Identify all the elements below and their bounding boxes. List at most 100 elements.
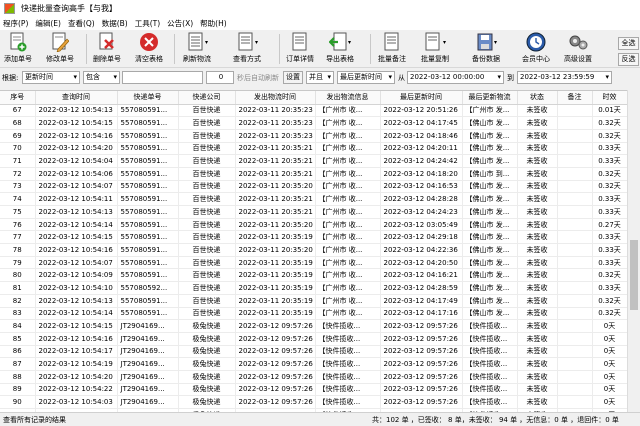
- add-button[interactable]: 添加单号: [3, 32, 33, 66]
- select-all-button[interactable]: 全选: [618, 37, 639, 50]
- backup-button[interactable]: ▾ 备份数据: [468, 32, 504, 66]
- table-cell: 557080591...: [117, 243, 179, 257]
- table-cell: 2022-03-12 04:29:18: [380, 230, 463, 245]
- scrollbar-thumb[interactable]: [630, 240, 638, 310]
- refresh-interval-input[interactable]: 0: [206, 71, 234, 84]
- table-cell: 79: [0, 256, 36, 270]
- from-datetime-picker[interactable]: 2022-03-12 00:00:00: [407, 71, 504, 84]
- clock-globe-icon: [525, 32, 547, 52]
- table-row[interactable]: 89 2022-03-12 10:54:22 JT2904169... 极兔快递 202…: [0, 383, 627, 397]
- advanced-settings-button[interactable]: 高级设置: [560, 32, 596, 66]
- col-header[interactable]: 发出物流时间: [235, 91, 316, 105]
- menu-announce[interactable]: 公告(X): [167, 18, 193, 29]
- col-header[interactable]: 序号: [0, 91, 36, 105]
- table-cell: [557, 218, 593, 232]
- table-row[interactable]: 75 2022-03-12 10:54:13 557080591... 百世快递 202…: [0, 205, 627, 219]
- table-row[interactable]: 85 2022-03-12 10:54:16 JT2904169... 极兔快递 202…: [0, 332, 627, 346]
- table-row[interactable]: 82 2022-03-12 10:54:13 557080591... 百世快递 202…: [0, 294, 627, 308]
- filter-mode-select[interactable]: 包含: [83, 71, 120, 84]
- table-row[interactable]: 81 2022-03-12 10:54:10 557080592... 百世快递 202…: [0, 281, 627, 295]
- table-cell: 2022-03-11 20:35:19: [235, 230, 316, 245]
- menu-view[interactable]: 查看(Q): [68, 18, 95, 29]
- table-row[interactable]: 83 2022-03-12 10:54:14 557080591... 百世快递 202…: [0, 307, 627, 321]
- table-row[interactable]: 68 2022-03-12 10:54:15 557080591... 百世快递 202…: [0, 116, 627, 130]
- col-header[interactable]: 查询时间: [35, 91, 118, 105]
- table-row[interactable]: 74 2022-03-12 10:54:11 557080591... 百世快递 202…: [0, 192, 627, 206]
- table-row[interactable]: 71 2022-03-12 10:54:04 557080591... 百世快递 202…: [0, 154, 627, 168]
- to-datetime-picker[interactable]: 2022-03-12 23:59:59: [517, 71, 612, 84]
- filter-field-select[interactable]: 更新时间: [22, 71, 80, 84]
- view-mode-button[interactable]: ▾ 查看方式: [230, 32, 264, 66]
- col-header[interactable]: 时效: [592, 91, 627, 105]
- menu-tools[interactable]: 工具(T): [135, 18, 160, 29]
- time-field-select[interactable]: 最后更新时间: [337, 71, 395, 84]
- table-row[interactable]: 88 2022-03-12 10:54:20 JT2904169... 极兔快递 202…: [0, 370, 627, 384]
- table-row[interactable]: 80 2022-03-12 10:54:09 557080591... 百世快递 202…: [0, 268, 627, 283]
- app-icon: [4, 3, 15, 14]
- delete-button[interactable]: 删除单号: [91, 32, 123, 66]
- table-cell: 未签收: [517, 167, 558, 181]
- settings-button[interactable]: 设置: [283, 71, 303, 84]
- table-row[interactable]: 86 2022-03-12 10:54:17 JT2904169... 极兔快递 202…: [0, 345, 627, 359]
- table-row[interactable]: 79 2022-03-12 10:54:07 557080591... 百世快递 202…: [0, 256, 627, 270]
- table-cell: 72: [0, 167, 36, 181]
- table-cell: 2022-03-12 09:57:26: [235, 370, 316, 384]
- table-cell: 【佛山市 到...: [462, 167, 518, 181]
- table-row[interactable]: 76 2022-03-12 10:54:14 557080591... 百世快递 202…: [0, 218, 627, 232]
- col-header[interactable]: 最后更新时间: [380, 91, 463, 105]
- menu-data[interactable]: 数据(B): [102, 18, 128, 29]
- order-detail-button[interactable]: 订单详情: [283, 32, 317, 66]
- batch-note-button[interactable]: 批量备注: [375, 32, 409, 66]
- table-cell: [557, 345, 593, 359]
- table-cell: 0.32天: [592, 116, 627, 130]
- vertical-scrollbar[interactable]: [627, 90, 640, 412]
- member-center-button[interactable]: 会员中心: [519, 32, 553, 66]
- col-header[interactable]: 最后更新物流: [462, 91, 518, 105]
- invert-select-button[interactable]: 反选: [618, 53, 639, 66]
- col-header[interactable]: 状态: [517, 91, 558, 105]
- table-row[interactable]: 69 2022-03-12 10:54:16 557080591... 百世快递 202…: [0, 129, 627, 143]
- table-cell: 557080592...: [117, 281, 179, 295]
- table-row[interactable]: 70 2022-03-12 10:54:20 557080591... 百世快递 202…: [0, 142, 627, 156]
- batch-copy-button[interactable]: ▾ 批量复制: [418, 32, 452, 66]
- table-cell: 557080591...: [117, 129, 179, 143]
- export-button[interactable]: ▾ 导出表格: [323, 32, 357, 66]
- edit-button[interactable]: 修改单号: [45, 32, 75, 66]
- table-cell: 0天: [592, 370, 627, 384]
- table-row[interactable]: 73 2022-03-12 10:54:07 557080591... 百世快递 202…: [0, 180, 627, 194]
- menu-help[interactable]: 帮助(H): [200, 18, 227, 29]
- col-header[interactable]: 快递单号: [117, 91, 179, 105]
- filter-value-input[interactable]: [122, 71, 203, 84]
- table-cell: 【快件揽收...: [315, 345, 381, 359]
- col-header[interactable]: 备注: [557, 91, 593, 105]
- table-cell: 2022-03-12 04:18:46: [380, 129, 463, 143]
- table-cell: 2022-03-12 09:57:26: [380, 395, 463, 409]
- table-row[interactable]: 84 2022-03-12 10:54:15 JT2904169... 极兔快递 202…: [0, 319, 627, 333]
- clear-button[interactable]: 清空表格: [133, 32, 165, 66]
- refresh-button[interactable]: ▾ 刷新物流: [180, 32, 214, 66]
- menu-edit[interactable]: 编辑(E): [35, 18, 61, 29]
- table-cell: 【快件揽收...: [462, 332, 518, 346]
- table-row[interactable]: 72 2022-03-12 10:54:06 557080591... 百世快递 202…: [0, 167, 627, 181]
- table-row[interactable]: 78 2022-03-12 10:54:16 557080591... 百世快递 202…: [0, 243, 627, 257]
- table-cell: JT2904169...: [117, 345, 179, 359]
- table-cell: 【广州市 收...: [315, 104, 381, 118]
- col-header[interactable]: 快递公司: [178, 91, 236, 105]
- and-or-select[interactable]: 并且: [306, 71, 334, 84]
- table-cell: 2022-03-12 09:57:26: [380, 319, 463, 333]
- table-cell: 2022-03-12 09:57:26: [380, 383, 463, 397]
- table-row[interactable]: 90 2022-03-12 10:54:03 JT2904169... 极兔快递 202…: [0, 395, 627, 409]
- table-row[interactable]: 67 2022-03-12 10:54:13 557080591... 百世快递 202…: [0, 104, 627, 118]
- menu-program[interactable]: 程序(P): [3, 18, 28, 29]
- col-header[interactable]: 发出物流信息: [315, 91, 381, 105]
- table-cell: 百世快递: [178, 154, 236, 168]
- dropdown-arrow-icon: ▾: [254, 38, 258, 46]
- table-row[interactable]: 87 2022-03-12 10:54:19 JT2904169... 极兔快递 202…: [0, 357, 627, 371]
- table-cell: 0天: [592, 357, 627, 371]
- table-row[interactable]: 77 2022-03-12 10:54:15 557080591... 百世快递 202…: [0, 230, 627, 245]
- table-cell: 【佛山市 发...: [462, 205, 518, 219]
- table-cell: 【快件揽收...: [315, 383, 381, 397]
- table-cell: 84: [0, 319, 36, 333]
- table-cell: 70: [0, 142, 36, 156]
- table-cell: 557080591...: [117, 205, 179, 219]
